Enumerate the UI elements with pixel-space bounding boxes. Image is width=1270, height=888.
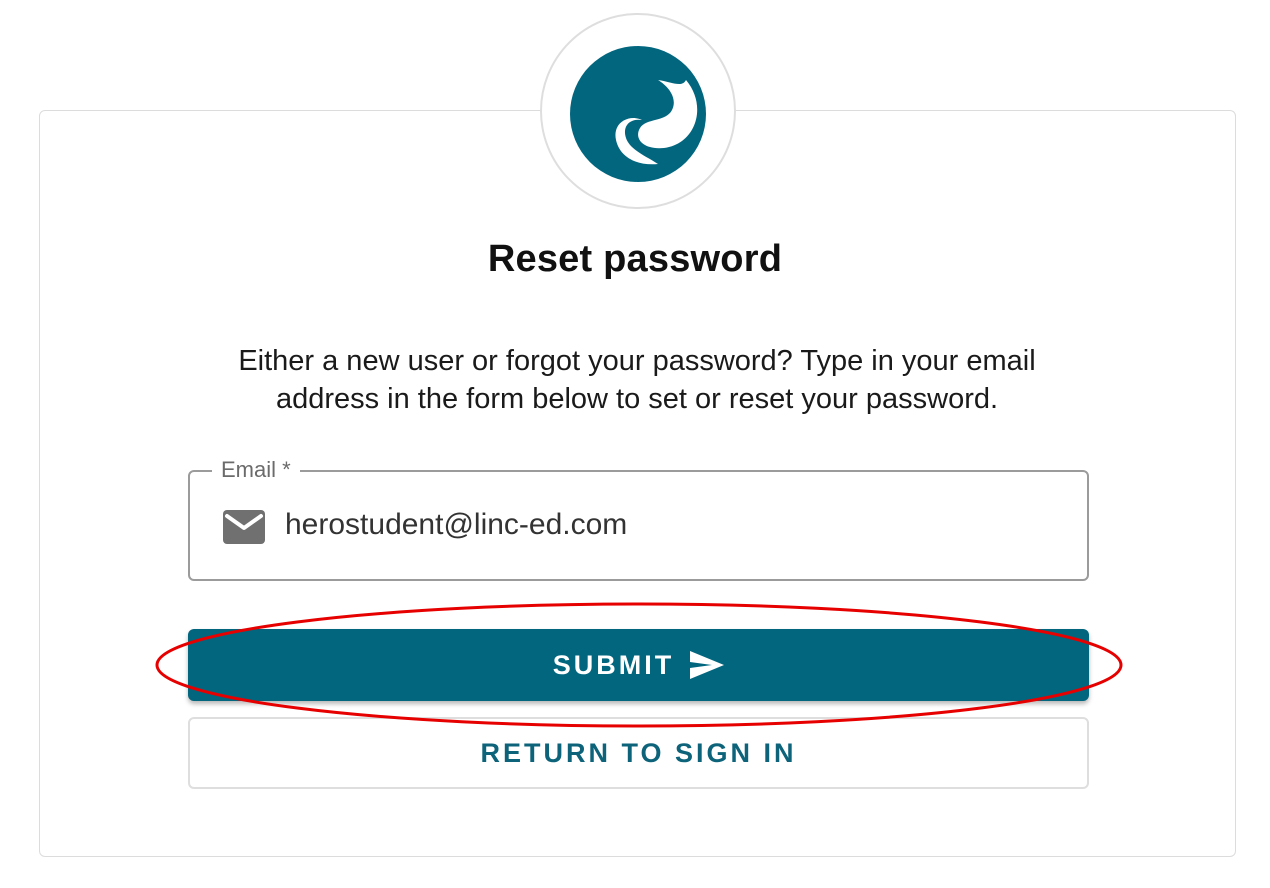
submit-button-label: SUBMIT [552, 649, 675, 680]
page-title: Reset password [487, 238, 783, 280]
return-to-sign-in-label: RETURN TO SIGN IN [480, 737, 797, 768]
email-field-label: Email * [212, 456, 300, 484]
submit-button[interactable]: SUBMIT [188, 629, 1089, 701]
return-to-sign-in-button[interactable]: RETURN TO SIGN IN [188, 717, 1089, 789]
send-icon [690, 651, 725, 679]
email-input[interactable] [285, 506, 1065, 544]
email-field[interactable]: Email * [188, 456, 1089, 581]
page-description: Either a new user or forgot your passwor… [238, 345, 1036, 415]
mail-icon [223, 510, 265, 549]
logo-badge [540, 13, 736, 209]
linc-ed-logo-icon [570, 46, 706, 182]
